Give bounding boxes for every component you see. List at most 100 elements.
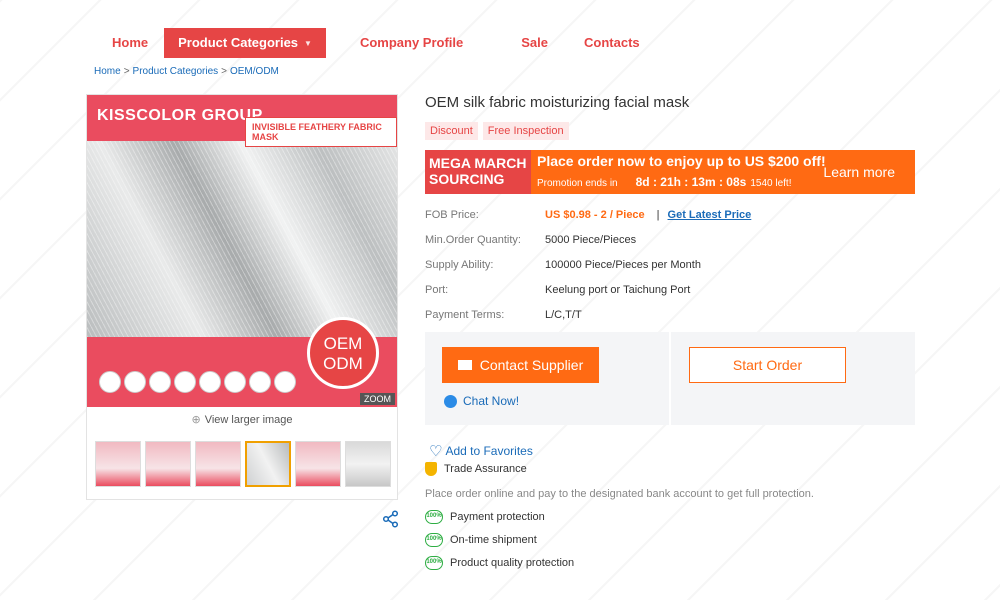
spec-label: Supply Ability: bbox=[425, 258, 494, 271]
certification-icon bbox=[199, 371, 221, 393]
promo-banner[interactable]: MEGA MARCH SOURCING Place order now to e… bbox=[425, 150, 915, 194]
badge-free-inspection: Free Inspection bbox=[482, 122, 569, 140]
breadcrumb-oem-odm[interactable]: OEM/ODM bbox=[230, 66, 279, 77]
mail-icon bbox=[457, 360, 472, 370]
certification-icon bbox=[99, 371, 121, 393]
order-actions: Contact Supplier Start Order Chat Now! bbox=[425, 332, 915, 425]
spec-row-supply: Supply Ability: 100000 Piece/Pieces per … bbox=[425, 252, 751, 277]
start-order-button[interactable]: Start Order bbox=[689, 347, 846, 383]
product-badges: Discount Free Inspection bbox=[425, 122, 569, 140]
guarantee-item: 100% Product quality protection bbox=[425, 556, 574, 570]
chevron-down-icon: ▼ bbox=[304, 38, 312, 48]
nav-contacts[interactable]: Contacts bbox=[568, 28, 656, 58]
learn-more-link[interactable]: Learn more bbox=[823, 164, 895, 180]
product-gallery: KISSCOLOR GROUP INVISIBLE FEATHERY FABRI… bbox=[86, 94, 398, 500]
certification-icon bbox=[274, 371, 296, 393]
nav-sale[interactable]: Sale bbox=[505, 28, 564, 58]
add-to-favorites[interactable]: ♡ Add to Favorites bbox=[429, 442, 533, 460]
check-100-icon: 100% bbox=[425, 510, 443, 524]
guarantee-label: Payment protection bbox=[450, 511, 545, 523]
spec-value: 100000 Piece/Pieces per Month bbox=[545, 258, 701, 271]
thumbnail[interactable] bbox=[295, 441, 341, 487]
spec-value: 5000 Piece/Pieces bbox=[545, 233, 637, 246]
breadcrumb-home[interactable]: Home bbox=[94, 66, 121, 77]
promo-timer: 8d : 21h : 13m : 08s bbox=[635, 175, 747, 189]
zoom-in-icon: ⊕ bbox=[191, 414, 201, 426]
divider bbox=[669, 332, 671, 425]
heart-icon: ♡ bbox=[429, 443, 443, 460]
nav-company-profile[interactable]: Company Profile bbox=[344, 28, 479, 58]
chat-now-link[interactable]: Chat Now! bbox=[444, 394, 519, 408]
favorites-label: Add to Favorites bbox=[445, 444, 533, 458]
breadcrumb: Home > Product Categories > OEM/ODM bbox=[94, 66, 279, 77]
certification-logos bbox=[99, 371, 296, 393]
nav-home[interactable]: Home bbox=[96, 28, 164, 58]
check-100-icon: 100% bbox=[425, 556, 443, 570]
thumbnail[interactable] bbox=[145, 441, 191, 487]
trade-assurance: Trade Assurance bbox=[425, 462, 527, 476]
get-latest-price-link[interactable]: Get Latest Price bbox=[668, 209, 752, 221]
certification-icon bbox=[149, 371, 171, 393]
thumbnail[interactable] bbox=[195, 441, 241, 487]
badge-line-1: OEM bbox=[323, 334, 363, 353]
check-100-icon: 100% bbox=[425, 533, 443, 547]
contact-supplier-label: Contact Supplier bbox=[479, 357, 584, 373]
breadcrumb-separator: > bbox=[221, 66, 227, 77]
badge-discount: Discount bbox=[425, 122, 478, 140]
spec-value: Keelung port or Taichung Port bbox=[545, 283, 691, 296]
brand-logo: KISSCOLOR GROUP bbox=[97, 107, 263, 124]
assurance-description: Place order online and pay to the design… bbox=[425, 488, 814, 500]
promo-countdown: Promotion ends in 8d : 21h : 13m : 08s 154… bbox=[537, 175, 791, 189]
fabric-photo bbox=[87, 141, 397, 337]
badge-line-2: ODM bbox=[323, 354, 363, 373]
share-icon[interactable] bbox=[382, 510, 400, 528]
breadcrumb-product-categories[interactable]: Product Categories bbox=[133, 66, 219, 77]
spec-row-port: Port: Keelung port or Taichung Port bbox=[425, 277, 751, 302]
spec-label: Payment Terms: bbox=[425, 308, 505, 321]
main-nav: Home Product Categories ▼ Company Profile… bbox=[96, 28, 656, 58]
product-title: OEM silk fabric moisturizing facial mask bbox=[425, 94, 690, 111]
certification-icon bbox=[124, 371, 146, 393]
thumbnail-selected[interactable] bbox=[245, 441, 291, 487]
promo-stock-left: 1540 left! bbox=[750, 178, 792, 189]
oem-odm-badge: OEM ODM bbox=[307, 317, 379, 389]
spec-row-payment: Payment Terms: L/C,T/T bbox=[425, 302, 751, 327]
promo-logo: MEGA MARCH SOURCING bbox=[425, 150, 531, 194]
spec-label: Port: bbox=[425, 283, 449, 296]
zoom-label[interactable]: ZOOM bbox=[360, 393, 395, 405]
spec-row-moq: Min.Order Quantity: 5000 Piece/Pieces bbox=[425, 227, 751, 252]
spec-label: Min.Order Quantity: bbox=[425, 233, 521, 246]
thumbnail[interactable] bbox=[345, 441, 391, 487]
chat-now-label: Chat Now! bbox=[463, 394, 520, 408]
breadcrumb-separator: > bbox=[123, 66, 130, 77]
spec-value: L/C,T/T bbox=[545, 308, 582, 321]
guarantee-item: 100% Payment protection bbox=[425, 510, 545, 524]
certification-icon bbox=[224, 371, 246, 393]
promo-logo-line-1: MEGA MARCH bbox=[429, 155, 527, 171]
certification-icon bbox=[174, 371, 196, 393]
thumbnail[interactable] bbox=[95, 441, 141, 487]
guarantee-label: Product quality protection bbox=[450, 557, 575, 569]
product-tag: INVISIBLE FEATHERY FABRIC MASK bbox=[245, 117, 397, 147]
chat-icon bbox=[444, 394, 457, 408]
fob-price: US $0.98 - 2 / Piece bbox=[545, 208, 645, 221]
certification-icon bbox=[249, 371, 271, 393]
promo-ends-label: Promotion ends in bbox=[537, 178, 618, 189]
guarantee-item: 100% On-time shipment bbox=[425, 533, 537, 547]
promo-headline: Place order now to enjoy up to US $200 o… bbox=[537, 153, 826, 169]
nav-product-categories-label: Product Categories bbox=[178, 35, 299, 50]
shield-icon bbox=[425, 462, 437, 476]
spec-row-fob: FOB Price: US $0.98 - 2 / Piece | Get La… bbox=[425, 202, 751, 227]
main-product-image[interactable]: KISSCOLOR GROUP INVISIBLE FEATHERY FABRI… bbox=[87, 95, 397, 407]
view-larger-label: View larger image bbox=[204, 414, 293, 426]
contact-supplier-button[interactable]: Contact Supplier bbox=[442, 347, 599, 383]
trade-assurance-label: Trade Assurance bbox=[444, 463, 527, 475]
spec-label: FOB Price: bbox=[425, 208, 479, 221]
guarantee-label: On-time shipment bbox=[450, 534, 537, 546]
nav-product-categories[interactable]: Product Categories ▼ bbox=[164, 28, 326, 58]
view-larger-image[interactable]: ⊕ View larger image bbox=[87, 413, 397, 426]
promo-logo-line-2: SOURCING bbox=[429, 171, 505, 187]
product-specs: FOB Price: US $0.98 - 2 / Piece | Get La… bbox=[425, 202, 751, 327]
thumbnail-strip bbox=[95, 441, 391, 487]
price-separator: | bbox=[656, 208, 660, 221]
